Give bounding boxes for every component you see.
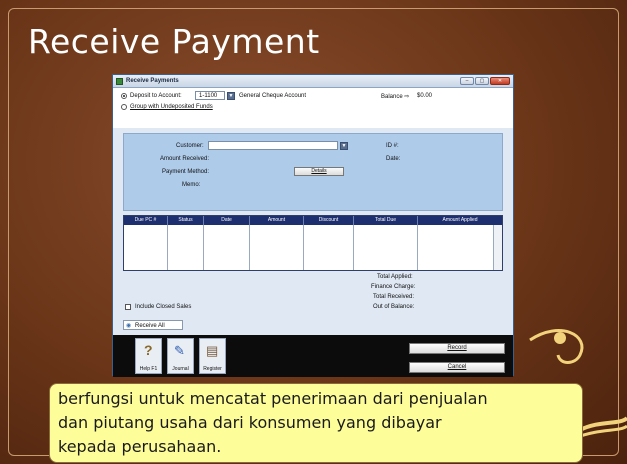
- account-number-field[interactable]: 1-1100: [195, 91, 225, 100]
- caption-line-2: dan piutang usaha dari konsumen yang dib…: [58, 413, 442, 432]
- cancel-button[interactable]: Cancel: [409, 362, 505, 373]
- payment-method-label: Payment Method:: [162, 169, 210, 175]
- col-status[interactable]: Status: [168, 216, 204, 225]
- caption-callout: berfungsi untuk mencatat penerimaan dari…: [49, 383, 583, 463]
- grid-scrollbar[interactable]: [493, 225, 502, 270]
- bottom-toolbar: ? Help F1 ✎ Journal ▤ Register Record Ca…: [113, 335, 513, 377]
- customer-dropdown-icon[interactable]: ▼: [340, 142, 348, 150]
- receive-payments-window: Receive Payments – ▢ ✕ Deposit to Accoun…: [112, 74, 514, 377]
- total-applied-label: Total Applied:: [377, 274, 413, 280]
- window-title: Receive Payments: [126, 78, 179, 84]
- col-date[interactable]: Date: [204, 216, 250, 225]
- deposit-options-bar: Deposit to Account: 1-1100 ▼ General Che…: [113, 88, 513, 128]
- account-dropdown-icon[interactable]: ▼: [227, 92, 235, 100]
- journal-icon: ✎: [174, 343, 185, 358]
- id-label: ID #:: [386, 143, 399, 149]
- total-received-label: Total Received:: [373, 294, 415, 300]
- help-button[interactable]: ? Help F1: [135, 338, 162, 374]
- out-of-balance-label: Out of Balance:: [373, 304, 415, 310]
- totals-area: Total Applied: Finance Charge: Total Rec…: [123, 271, 503, 319]
- col-amount-applied[interactable]: Amount Applied: [418, 216, 502, 225]
- include-closed-sales-label: Include Closed Sales: [135, 304, 192, 310]
- journal-button[interactable]: ✎ Journal: [167, 338, 194, 374]
- app-icon: [116, 78, 123, 85]
- group-undeposited-radio[interactable]: [121, 104, 127, 110]
- payment-details-panel: Customer: ▼ ID #: Amount Received: Date:…: [123, 133, 503, 211]
- window-titlebar: Receive Payments – ▢ ✕: [113, 75, 513, 88]
- receive-all-button[interactable]: ◉ Receive All: [123, 320, 183, 330]
- maximize-button[interactable]: ▢: [475, 77, 489, 85]
- minimize-button[interactable]: –: [460, 77, 474, 85]
- deposit-to-account-label: Deposit to Account:: [130, 93, 182, 99]
- receive-all-icon: ◉: [126, 323, 132, 329]
- col-amount[interactable]: Amount: [250, 216, 304, 225]
- memo-label: Memo:: [182, 182, 201, 188]
- col-due-pc[interactable]: Due PC #: [124, 216, 168, 225]
- register-icon: ▤: [206, 343, 219, 358]
- account-name: General Cheque Account: [239, 93, 307, 99]
- date-label: Date:: [386, 156, 401, 162]
- finance-charge-label: Finance Charge:: [371, 284, 416, 290]
- caption-line-3: kepada perusahaan.: [58, 437, 222, 456]
- register-button[interactable]: ▤ Register: [199, 338, 226, 374]
- close-button[interactable]: ✕: [490, 77, 510, 85]
- details-button[interactable]: Details: [294, 167, 344, 176]
- caption-line-1: berfungsi untuk mencatat penerimaan dari…: [58, 389, 488, 408]
- group-undeposited-label: Group with Undeposited Funds: [130, 104, 213, 110]
- customer-field[interactable]: [208, 141, 338, 150]
- record-button[interactable]: Record: [409, 343, 505, 354]
- amount-received-label: Amount Received:: [160, 156, 210, 162]
- grid-body: [124, 225, 502, 270]
- include-closed-sales-checkbox[interactable]: [125, 304, 131, 310]
- deposit-to-account-radio[interactable]: [121, 93, 127, 99]
- customer-label: Customer:: [176, 143, 204, 149]
- slide-title: Receive Payment: [28, 22, 320, 61]
- invoice-grid[interactable]: Due PC # Status Date Amount Discount Tot…: [123, 215, 503, 271]
- col-total-due[interactable]: Total Due: [354, 216, 418, 225]
- col-discount[interactable]: Discount: [304, 216, 354, 225]
- grid-header: Due PC # Status Date Amount Discount Tot…: [124, 216, 502, 225]
- balance-label: Balance ⇨: [381, 94, 410, 100]
- help-icon: ?: [144, 342, 153, 358]
- balance-value: $0.00: [417, 93, 433, 99]
